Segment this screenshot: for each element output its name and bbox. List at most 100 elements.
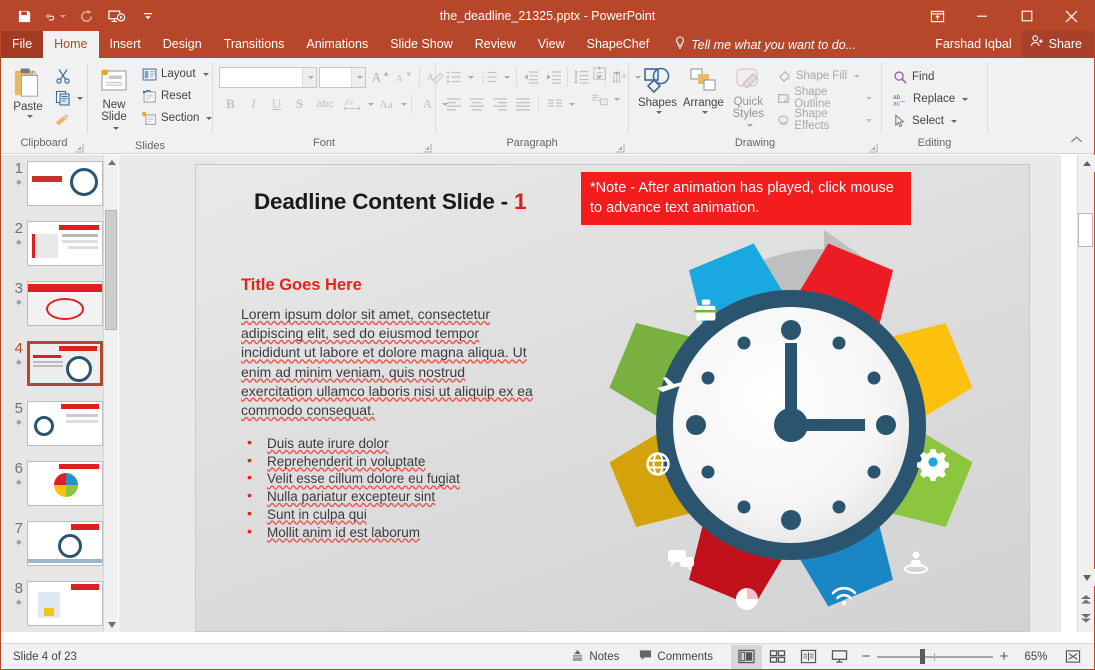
- italic-button[interactable]: I: [242, 93, 265, 115]
- underline-button[interactable]: U: [265, 93, 288, 115]
- slide-heading[interactable]: Deadline Content Slide - 1: [254, 189, 526, 215]
- cut-button[interactable]: [51, 65, 74, 87]
- font-name-combobox[interactable]: [219, 67, 317, 88]
- slide-thumbnail-pane[interactable]: 1✶2✶3✶4✶5✶6✶7✶8✶: [1, 155, 118, 632]
- tab-transitions[interactable]: Transitions: [213, 31, 296, 58]
- slide-body-paragraph[interactable]: Lorem ipsum dolor sit amet, consectetur …: [241, 305, 533, 420]
- tab-insert[interactable]: Insert: [99, 31, 152, 58]
- next-slide-icon[interactable]: [1078, 611, 1093, 626]
- bullets-button[interactable]: [442, 66, 465, 88]
- thumbnail-preview[interactable]: [27, 341, 103, 386]
- slide-subtitle[interactable]: Title Goes Here: [241, 276, 362, 295]
- reset-button[interactable]: Reset: [137, 85, 217, 107]
- normal-view-button[interactable]: [731, 645, 762, 669]
- thumbnail-scroll-down-icon[interactable]: [104, 617, 118, 632]
- tab-shapechef[interactable]: ShapeChef: [576, 31, 661, 58]
- redo-icon[interactable]: [75, 5, 97, 27]
- quick-styles-button[interactable]: Quick Styles: [727, 63, 770, 136]
- arrange-button[interactable]: Arrange: [680, 63, 727, 118]
- format-painter-button[interactable]: [51, 109, 74, 131]
- section-button[interactable]: Section: [137, 107, 217, 129]
- find-button[interactable]: Find: [888, 66, 973, 88]
- align-left-button[interactable]: [442, 93, 465, 115]
- slide-sorter-button[interactable]: [762, 645, 793, 669]
- clock-infographic[interactable]: [596, 225, 986, 620]
- tab-animations[interactable]: Animations: [295, 31, 379, 58]
- copy-caret-icon[interactable]: [77, 97, 83, 100]
- paste-button[interactable]: Paste: [7, 63, 49, 122]
- paste-caret-icon[interactable]: [27, 115, 33, 118]
- font-size-combobox[interactable]: [319, 67, 366, 88]
- thumbnail-preview[interactable]: [27, 281, 103, 326]
- scroll-down-icon[interactable]: [1078, 569, 1095, 586]
- clipboard-dialog-launcher[interactable]: [74, 142, 84, 152]
- thumbnail-preview[interactable]: [27, 401, 103, 446]
- thumbnail-preview[interactable]: [27, 221, 103, 266]
- thumbnail-scroll-thumb[interactable]: [105, 210, 117, 330]
- strikethrough-button[interactable]: abc: [311, 93, 339, 115]
- thumbnail-preview[interactable]: [27, 581, 103, 626]
- zoom-level-label[interactable]: 65%: [1015, 651, 1057, 663]
- reading-view-button[interactable]: [793, 645, 824, 669]
- bold-button[interactable]: B: [219, 93, 242, 115]
- previous-slide-icon[interactable]: [1078, 592, 1093, 607]
- shape-fill-button[interactable]: Shape Fill: [772, 65, 877, 87]
- shape-outline-button[interactable]: Shape Outline: [772, 87, 877, 109]
- fit-to-window-button[interactable]: [1057, 645, 1088, 669]
- align-right-button[interactable]: [488, 93, 511, 115]
- scroll-thumb[interactable]: [1078, 213, 1093, 247]
- convert-to-smartart-button[interactable]: [588, 88, 611, 110]
- thumbnail-scroll-up-icon[interactable]: [104, 155, 118, 170]
- thumbnail-slide-8[interactable]: 8✶: [1, 575, 118, 632]
- align-text-button[interactable]: [588, 62, 611, 84]
- zoom-out-button[interactable]: −: [855, 645, 877, 669]
- drawing-dialog-launcher[interactable]: [868, 142, 878, 152]
- minimize-button[interactable]: [959, 1, 1004, 31]
- start-presentation-icon[interactable]: [106, 5, 128, 27]
- slide-vertical-scrollbar[interactable]: [1062, 155, 1094, 632]
- new-slide-button[interactable]: New Slide: [94, 63, 134, 139]
- slide-bullet-list[interactable]: Duis aute irure dolorReprehenderit in vo…: [241, 435, 521, 541]
- comments-button[interactable]: Comments: [629, 644, 723, 670]
- columns-button[interactable]: [543, 93, 566, 115]
- justify-button[interactable]: [511, 93, 534, 115]
- zoom-slider[interactable]: [877, 645, 993, 669]
- slide-indicator[interactable]: Slide 4 of 23: [1, 651, 77, 663]
- ribbon-display-options-icon[interactable]: [915, 1, 959, 31]
- thumbnail-slide-7[interactable]: 7✶: [1, 515, 118, 575]
- slide-editing-area[interactable]: Deadline Content Slide - 1 *Note - After…: [119, 155, 1061, 632]
- center-button[interactable]: [465, 93, 488, 115]
- change-case-button[interactable]: Aa: [374, 93, 398, 115]
- thumbnail-slide-5[interactable]: 5✶: [1, 395, 118, 455]
- numbering-button[interactable]: 123: [478, 66, 501, 88]
- share-button[interactable]: Share: [1022, 31, 1094, 58]
- replace-button[interactable]: abac Replace: [888, 88, 973, 110]
- scroll-up-icon[interactable]: [1078, 155, 1095, 172]
- thumbnail-slide-1[interactable]: 1✶: [1, 155, 118, 215]
- tab-design[interactable]: Design: [152, 31, 213, 58]
- collapse-ribbon-button[interactable]: [1065, 129, 1088, 151]
- paragraph-dialog-launcher[interactable]: [615, 142, 625, 152]
- shapes-button[interactable]: Shapes: [635, 63, 680, 118]
- increase-font-size-button[interactable]: A: [369, 66, 392, 88]
- maximize-button[interactable]: [1004, 1, 1049, 31]
- character-spacing-button[interactable]: AV: [339, 93, 365, 115]
- zoom-slider-handle[interactable]: [920, 649, 925, 664]
- user-account-name[interactable]: Farshad Iqbal: [925, 31, 1021, 58]
- decrease-font-size-button[interactable]: A: [392, 66, 415, 88]
- tab-view[interactable]: View: [527, 31, 576, 58]
- select-button[interactable]: Select: [888, 110, 973, 132]
- thumbnail-preview[interactable]: [27, 161, 103, 206]
- thumbnail-preview[interactable]: [27, 521, 103, 566]
- copy-button[interactable]: [51, 87, 74, 109]
- close-button[interactable]: [1049, 1, 1094, 31]
- undo-icon[interactable]: [44, 5, 66, 27]
- save-icon[interactable]: [13, 5, 35, 27]
- decrease-indent-button[interactable]: [519, 66, 542, 88]
- tab-slide-show[interactable]: Slide Show: [379, 31, 464, 58]
- thumbnail-scrollbar[interactable]: [103, 155, 118, 632]
- tab-review[interactable]: Review: [464, 31, 527, 58]
- shape-effects-button[interactable]: Shape Effects: [772, 109, 877, 131]
- animation-note-box[interactable]: *Note - After animation has played, clic…: [581, 172, 911, 225]
- layout-button[interactable]: Layout: [137, 63, 217, 85]
